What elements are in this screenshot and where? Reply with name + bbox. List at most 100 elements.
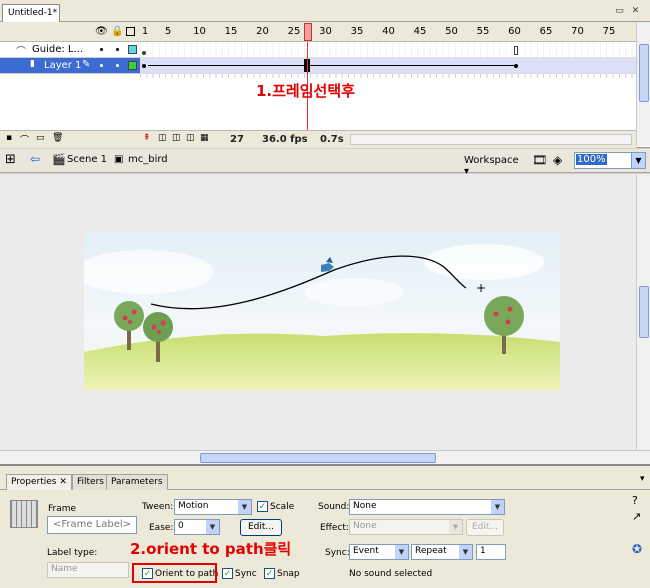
chevron-down-icon[interactable]: ▼: [631, 153, 645, 168]
sync-checkbox[interactable]: ✓: [222, 568, 233, 579]
lock-icon[interactable]: 🔒: [111, 26, 123, 38]
ruler-label: 50: [445, 26, 458, 37]
ease-edit-button[interactable]: Edit...: [240, 519, 282, 536]
zoom-combo[interactable]: 100% ▼: [574, 152, 646, 169]
back-arrow-icon[interactable]: ⇦: [30, 152, 40, 166]
restore-icon[interactable]: ▭: [614, 6, 625, 16]
outline-icon[interactable]: [126, 27, 135, 36]
visibility-dot[interactable]: [100, 64, 103, 67]
modify-markers-icon[interactable]: ▦: [200, 133, 209, 143]
scroll-thumb[interactable]: [639, 286, 649, 338]
repeat-select[interactable]: Repeat ▼: [411, 544, 473, 560]
outline-color-swatch[interactable]: [128, 61, 137, 70]
playhead[interactable]: [304, 23, 312, 41]
center-frame-icon[interactable]: ⇞: [143, 133, 151, 143]
cloud: [304, 278, 404, 306]
keyframe[interactable]: [514, 64, 518, 68]
chevron-down-icon[interactable]: ▼: [206, 520, 219, 534]
ruler-label: 70: [571, 26, 584, 37]
tab-properties[interactable]: Properties ✕: [6, 474, 72, 490]
end-frame[interactable]: [514, 46, 518, 55]
annotation-step2: 2.orient to path클릭: [130, 540, 292, 558]
stage-canvas[interactable]: +: [84, 232, 560, 390]
layer-row-layer1[interactable]: ▮ Layer 1 ✎: [0, 58, 140, 74]
stage-vscroll[interactable]: [636, 174, 650, 450]
effect-label: Effect:: [320, 523, 349, 533]
accessibility-icon[interactable]: ✪: [632, 542, 642, 556]
workspace-button[interactable]: Workspace ▾: [458, 152, 526, 177]
onion-skin-icon[interactable]: ◫: [158, 133, 167, 143]
chevron-down-icon[interactable]: ▼: [491, 500, 504, 514]
snap-label: Snap: [277, 569, 300, 579]
scale-checkbox[interactable]: ✓: [257, 501, 268, 512]
outline-color-swatch[interactable]: [128, 45, 137, 54]
lock-dot[interactable]: [116, 64, 119, 67]
ruler-label: 1: [141, 26, 149, 37]
breadcrumb-scene[interactable]: Scene 1: [67, 154, 107, 165]
stage-hscroll[interactable]: [0, 450, 650, 464]
tween-arrow-line: [148, 65, 514, 66]
lock-dot[interactable]: [116, 48, 119, 51]
ruler-label: 65: [539, 26, 553, 37]
timeline-header: 👁 🔒 1 5 10 15 20 25 30 35 40 45 50 55 60 65 70 75: [0, 22, 636, 42]
chevron-down-icon[interactable]: ▼: [238, 500, 251, 514]
insert-folder-icon[interactable]: ▭: [36, 133, 45, 143]
keyframe[interactable]: [142, 51, 146, 55]
guide-layer-icon: ⌒: [16, 47, 26, 58]
panel-menu-icon[interactable]: ▾: [640, 474, 645, 484]
layer-row-guide[interactable]: ⌒ Guide: L...: [0, 42, 140, 58]
layer1-frame-row[interactable]: [140, 58, 636, 74]
properties-panel: Properties ✕ Filters Parameters ? ↗ ✪ ▾ …: [0, 464, 650, 588]
guide-frame-row[interactable]: [140, 42, 636, 58]
scroll-thumb[interactable]: [639, 44, 649, 102]
frame-rate: 36.0 fps: [262, 134, 308, 145]
type-label: Frame: [48, 504, 77, 514]
delete-layer-icon[interactable]: 🗑: [52, 133, 63, 143]
breadcrumb-symbol[interactable]: mc_bird: [128, 154, 168, 165]
effect-select[interactable]: None ▼: [349, 519, 463, 535]
chevron-down-icon[interactable]: ▼: [449, 520, 462, 534]
timeline-vscroll[interactable]: [636, 22, 650, 146]
sync-checkbox-label: Sync: [235, 569, 257, 579]
tab-parameters[interactable]: Parameters: [106, 474, 168, 490]
timeline-hscroll[interactable]: [350, 134, 632, 145]
chevron-down-icon[interactable]: ▼: [459, 545, 472, 559]
edit-symbols-icon[interactable]: ◈: [553, 153, 562, 167]
keyframe[interactable]: [142, 64, 146, 68]
no-sound-text: No sound selected: [349, 569, 433, 579]
frame-label-input[interactable]: <Frame Label>: [47, 516, 137, 534]
help-icon[interactable]: ?: [632, 494, 638, 507]
repeat-count-input[interactable]: 1: [476, 544, 506, 560]
tab-filters[interactable]: Filters: [72, 474, 109, 490]
timeline-toggle-icon[interactable]: ⊞: [5, 152, 16, 167]
layer-icon: ▮: [30, 59, 35, 69]
tween-select[interactable]: Motion ▼: [174, 499, 252, 515]
close-icon[interactable]: ✕: [630, 6, 641, 16]
scroll-thumb[interactable]: [200, 453, 436, 463]
ease-input[interactable]: 0 ▼: [174, 519, 220, 535]
eye-icon[interactable]: 👁: [95, 26, 108, 38]
zoom-value: 100%: [576, 154, 607, 165]
sync-select[interactable]: Event ▼: [349, 544, 409, 560]
ruler-label: 40: [382, 26, 395, 37]
add-guide-icon[interactable]: ⌒: [20, 133, 29, 146]
sound-label: Sound:: [318, 502, 350, 512]
crosshair-cursor: +: [476, 281, 486, 295]
cloud: [424, 244, 544, 280]
label-type-select[interactable]: Name: [47, 562, 129, 578]
ruler-label: 35: [350, 26, 364, 37]
effect-edit-button[interactable]: Edit...: [466, 519, 504, 536]
insert-layer-icon[interactable]: ▪: [6, 133, 12, 143]
edit-icon[interactable]: ↗: [632, 510, 641, 523]
document-tab[interactable]: Untitled-1*: [2, 4, 60, 22]
snap-checkbox[interactable]: ✓: [264, 568, 275, 579]
chevron-down-icon[interactable]: ▼: [395, 545, 408, 559]
label-type-label: Label type:: [47, 548, 98, 558]
edit-scene-icon[interactable]: 🎞: [532, 153, 547, 167]
sync-label: Sync:: [325, 548, 350, 558]
sound-select[interactable]: None ▼: [349, 499, 505, 515]
visibility-dot[interactable]: [100, 48, 103, 51]
ruler-label: 45: [413, 26, 427, 37]
onion-outline-icon[interactable]: ◫: [172, 133, 181, 143]
edit-multiple-icon[interactable]: ◫: [186, 133, 195, 143]
